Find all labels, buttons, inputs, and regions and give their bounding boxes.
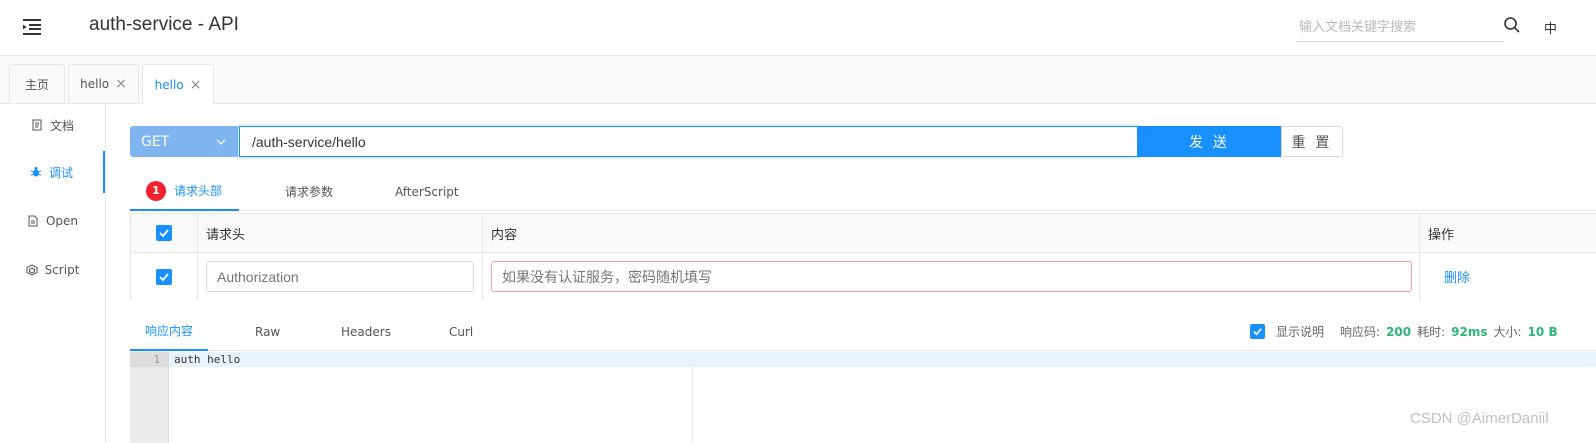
header-value-cell	[483, 253, 1420, 300]
show-desc-checkbox[interactable]	[1250, 324, 1265, 339]
time-label: 耗时:	[1417, 325, 1446, 339]
sidebar-item-open[interactable]: Open	[0, 200, 105, 242]
size-label: 大小:	[1493, 325, 1522, 339]
row-check-cell	[131, 253, 198, 300]
header-value-input[interactable]	[491, 261, 1412, 292]
column-header: 请求头	[198, 214, 483, 252]
tab-afterscript[interactable]: AfterScript	[395, 172, 459, 211]
code-icon	[26, 264, 38, 276]
select-all-cell	[131, 214, 198, 252]
sidebar-item-script[interactable]: Script	[0, 249, 105, 291]
tab-response-body[interactable]: 响应内容	[130, 312, 208, 351]
tab-home[interactable]: 主页	[9, 64, 65, 104]
sidebar-item-label: Script	[44, 263, 80, 277]
tab-request-headers[interactable]: 1 请求头部	[130, 172, 239, 211]
menu-fold-icon[interactable]	[22, 17, 44, 37]
tab-label: hello	[154, 77, 184, 92]
response-meta: 显示说明 响应码: 200 耗时: 92ms 大小: 10 B	[1250, 312, 1558, 351]
app-title: auth-service - API	[89, 14, 239, 35]
method-value: GET	[141, 133, 170, 150]
line-number: 1	[153, 353, 160, 366]
time-value: 92ms	[1451, 324, 1488, 339]
count-badge: 1	[146, 180, 166, 201]
close-icon[interactable]: ×	[190, 78, 202, 92]
size-value: 10 B	[1527, 324, 1558, 339]
tab-label: AfterScript	[395, 184, 459, 199]
print-margin	[692, 367, 693, 443]
show-desc-label: 显示说明	[1276, 325, 1325, 339]
header-name-cell	[198, 253, 483, 300]
file-icon	[27, 215, 39, 227]
tab-curl[interactable]: Curl	[449, 312, 473, 351]
tab-label: hello	[80, 77, 110, 91]
page-tabs: 主页 hello × hello ×	[0, 57, 1596, 105]
watermark: CSDN @AimerDaniil	[1410, 410, 1549, 427]
tab-label: 请求参数	[285, 185, 334, 199]
sidebar-item-docs[interactable]: 文档	[0, 104, 105, 146]
language-switch[interactable]: 中	[1544, 18, 1557, 37]
chevron-down-icon	[216, 135, 226, 145]
sidebar-item-debug[interactable]: 调试	[0, 151, 105, 193]
top-header: auth-service - API 中	[0, 0, 1596, 56]
column-header: 操作	[1428, 227, 1455, 243]
headers-table: 请求头 内容 操作 删除	[130, 213, 1596, 300]
table-header-row: 请求头 内容 操作	[131, 214, 1596, 253]
url-input[interactable]	[239, 126, 1138, 157]
row-checkbox[interactable]	[156, 268, 172, 285]
tab-hello-1[interactable]: hello ×	[68, 64, 139, 104]
reset-button[interactable]: 重 置	[1281, 126, 1343, 157]
active-line-highlight	[169, 352, 1596, 367]
send-button[interactable]: 发 送	[1138, 126, 1281, 157]
status-label: 响应码:	[1340, 325, 1381, 339]
response-body-text[interactable]: auth hello	[174, 353, 240, 366]
document-icon	[31, 119, 43, 131]
bug-icon	[30, 166, 42, 178]
select-all-checkbox[interactable]	[156, 225, 172, 241]
sidebar-item-label: Open	[45, 214, 79, 228]
tab-raw[interactable]: Raw	[255, 312, 280, 351]
doc-search-input[interactable]	[1297, 12, 1504, 42]
action-cell: 删除	[1420, 253, 1596, 300]
tab-headers[interactable]: Headers	[341, 312, 391, 351]
side-nav: 文档 调试 Open Script	[0, 104, 106, 443]
tab-hello-2[interactable]: hello ×	[142, 64, 214, 105]
sidebar-item-label: 文档	[49, 118, 74, 133]
tab-label: 请求头部	[174, 184, 223, 198]
tab-request-params[interactable]: 请求参数	[285, 172, 333, 211]
search-icon[interactable]	[1503, 16, 1523, 36]
delete-link[interactable]: 删除	[1444, 267, 1470, 286]
tab-label: 主页	[24, 77, 49, 92]
response-editor[interactable]: 1 auth hello	[130, 351, 1596, 443]
table-row: 删除	[131, 253, 1596, 300]
sidebar-item-label: 调试	[48, 165, 73, 180]
method-select[interactable]: GET	[130, 126, 238, 157]
column-header: 内容	[483, 214, 1420, 252]
close-icon[interactable]: ×	[115, 77, 127, 91]
request-tabs: 1 请求头部 请求参数 AfterScript	[130, 172, 1596, 211]
response-tabs: 响应内容 Raw Headers Curl 显示说明 响应码: 200 耗时: …	[130, 312, 1596, 351]
header-name-input[interactable]	[206, 261, 474, 292]
status-value: 200	[1386, 324, 1412, 339]
